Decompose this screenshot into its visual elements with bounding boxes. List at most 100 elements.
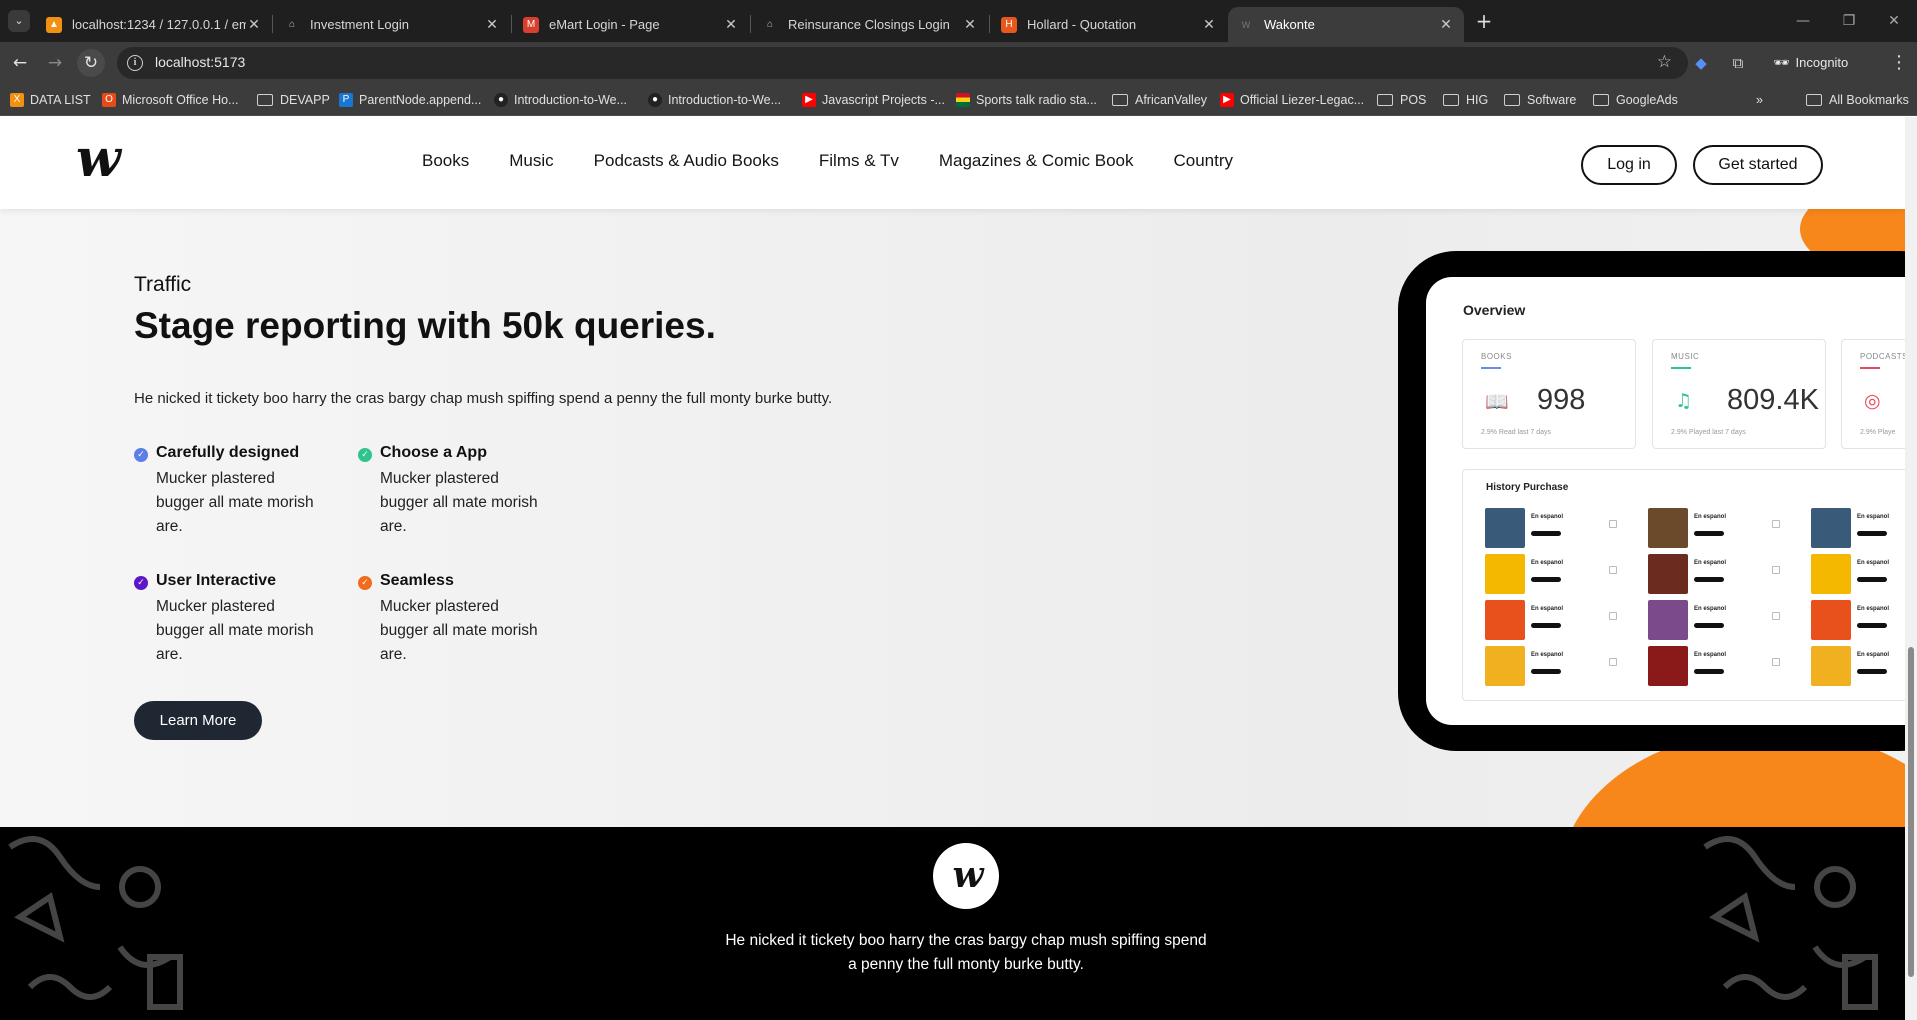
history-item[interactable]: En espanol — [1485, 600, 1635, 644]
bookmark-item[interactable]: O Microsoft Office Ho... — [102, 91, 238, 109]
nav-link-music[interactable]: Music — [509, 151, 553, 171]
tab-search-button[interactable]: ⌄ — [8, 10, 30, 32]
history-item-title: En espanol — [1857, 606, 1890, 612]
feature-title: Carefully designed — [156, 444, 300, 461]
emart-icon: M — [523, 16, 539, 33]
bookmark-label: HIG — [1466, 93, 1489, 107]
bookmark-item[interactable]: P ParentNode.append... — [339, 91, 481, 109]
history-item-tag — [1531, 669, 1561, 674]
bookmark-star-icon[interactable]: ☆ — [1657, 52, 1672, 72]
bookmark-folder[interactable]: POS — [1377, 91, 1426, 109]
history-item-checkbox[interactable] — [1772, 658, 1780, 666]
stat-underline — [1860, 367, 1880, 369]
history-item-tag — [1531, 623, 1561, 628]
tab-separator — [272, 15, 273, 33]
browser-tab[interactable]: ⌂ Investment Login ✕ — [274, 7, 510, 42]
bookmark-item[interactable]: ▶ Javascript Projects -... — [802, 91, 945, 109]
history-item[interactable]: En espanol — [1485, 646, 1635, 690]
nav-link-films[interactable]: Films & Tv — [819, 151, 899, 171]
history-item[interactable]: En espanol — [1811, 646, 1905, 690]
stat-label: BOOKS — [1481, 352, 1512, 361]
section-headline: Stage reporting with 50k queries. — [134, 305, 716, 346]
close-tab-icon[interactable]: ✕ — [246, 16, 262, 33]
close-tab-icon[interactable]: ✕ — [1201, 16, 1217, 33]
all-bookmarks-folder[interactable]: All Bookmarks — [1806, 91, 1909, 109]
profile-label: Incognito — [1795, 55, 1849, 70]
forward-icon[interactable]: → — [41, 49, 69, 77]
scrollbar-thumb[interactable] — [1908, 647, 1914, 977]
history-item[interactable]: En espanol — [1811, 508, 1905, 552]
history-item-checkbox[interactable] — [1609, 520, 1617, 528]
browser-tab[interactable]: ▲ localhost:1234 / 127.0.0.1 / ema ✕ — [36, 7, 272, 42]
mdn-icon: P — [339, 93, 353, 107]
site-info-icon[interactable]: i — [127, 55, 143, 71]
bookmark-folder[interactable]: Software — [1504, 91, 1576, 109]
folder-icon — [1593, 94, 1609, 106]
stat-sub: 2.9% Playe — [1860, 429, 1896, 436]
bookmark-folder[interactable]: AfricanValley — [1112, 91, 1207, 109]
bookmark-folder[interactable]: DEVAPP — [257, 91, 330, 109]
nav-link-books[interactable]: Books — [422, 151, 469, 171]
history-item-checkbox[interactable] — [1772, 520, 1780, 528]
bookmark-label: GoogleAds — [1616, 93, 1678, 107]
bookmark-label: Software — [1527, 93, 1577, 107]
page-scrollbar[interactable] — [1905, 117, 1917, 1020]
minimize-icon[interactable]: — — [1780, 8, 1826, 34]
url-text[interactable]: localhost:5173 — [155, 54, 245, 70]
github-icon: ● — [648, 93, 662, 107]
bookmark-item[interactable]: ● Introduction-to-We... — [494, 91, 627, 109]
history-item-checkbox[interactable] — [1609, 658, 1617, 666]
bookmark-item[interactable]: X DATA LIST — [10, 91, 91, 109]
bookmark-item[interactable]: ▶ Official Liezer-Legac... — [1220, 91, 1364, 109]
feature-title: Choose a App — [380, 444, 487, 461]
address-bar[interactable]: i localhost:5173 ☆ — [117, 47, 1688, 79]
extension-icon[interactable]: ◆ — [1690, 52, 1712, 74]
history-item[interactable]: En espanol — [1811, 600, 1905, 644]
more-bookmarks-icon[interactable]: » — [1756, 91, 1763, 109]
history-item-checkbox[interactable] — [1609, 566, 1617, 574]
get-started-button[interactable]: Get started — [1693, 145, 1823, 185]
bookmark-folder[interactable]: GoogleAds — [1593, 91, 1678, 109]
history-item[interactable]: En espanol — [1811, 554, 1905, 598]
learn-more-button[interactable]: Learn More — [134, 701, 262, 740]
bookmark-item[interactable]: ● Introduction-to-We... — [648, 91, 781, 109]
new-tab-button[interactable]: + — [1470, 8, 1498, 36]
wakonte-logo[interactable]: w — [76, 133, 138, 185]
close-tab-icon[interactable]: ✕ — [723, 16, 739, 33]
incognito-indicator[interactable]: 🕶 Incognito — [1773, 50, 1848, 76]
nav-link-country[interactable]: Country — [1174, 151, 1234, 171]
tab-title: Wakonte — [1264, 17, 1315, 32]
reload-icon[interactable]: ↻ — [77, 49, 105, 77]
history-item[interactable]: En espanol — [1485, 554, 1635, 598]
history-item-checkbox[interactable] — [1772, 612, 1780, 620]
nav-link-podcasts[interactable]: Podcasts & Audio Books — [594, 151, 779, 171]
close-tab-icon[interactable]: ✕ — [962, 16, 978, 33]
extensions-puzzle-icon[interactable]: ⧉ — [1727, 52, 1749, 74]
history-item[interactable]: En espanol — [1648, 554, 1798, 598]
footer-logo[interactable]: w — [933, 843, 999, 909]
bookmark-folder[interactable]: HIG — [1443, 91, 1488, 109]
history-item[interactable]: En espanol — [1648, 600, 1798, 644]
history-item[interactable]: En espanol — [1648, 508, 1798, 552]
history-item[interactable]: En espanol — [1485, 508, 1635, 552]
youtube-icon: ▶ — [1220, 93, 1234, 107]
history-item-checkbox[interactable] — [1772, 566, 1780, 574]
nav-link-magazines[interactable]: Magazines & Comic Book — [939, 151, 1134, 171]
browser-tab[interactable]: ⌂ Reinsurance Closings Login ✕ — [752, 7, 988, 42]
browser-tab[interactable]: H Hollard - Quotation ✕ — [991, 7, 1227, 42]
browser-tab-active[interactable]: W Wakonte ✕ — [1228, 7, 1464, 42]
browser-menu-icon[interactable]: ⋮ — [1890, 50, 1908, 76]
history-item-title: En espanol — [1531, 606, 1564, 612]
history-item[interactable]: En espanol — [1648, 646, 1798, 690]
restore-icon[interactable]: ❐ — [1826, 8, 1872, 34]
login-button[interactable]: Log in — [1581, 145, 1677, 185]
history-item-checkbox[interactable] — [1609, 612, 1617, 620]
close-window-icon[interactable]: ✕ — [1871, 8, 1917, 34]
browser-tab[interactable]: M eMart Login - Page ✕ — [513, 7, 749, 42]
bookmark-item[interactable]: Sports talk radio sta... — [956, 91, 1097, 109]
close-tab-icon[interactable]: ✕ — [1438, 16, 1454, 33]
close-tab-icon[interactable]: ✕ — [484, 16, 500, 33]
youtube-icon: ▶ — [802, 93, 816, 107]
back-icon[interactable]: ← — [6, 49, 34, 77]
book-cover-image — [1811, 600, 1851, 640]
